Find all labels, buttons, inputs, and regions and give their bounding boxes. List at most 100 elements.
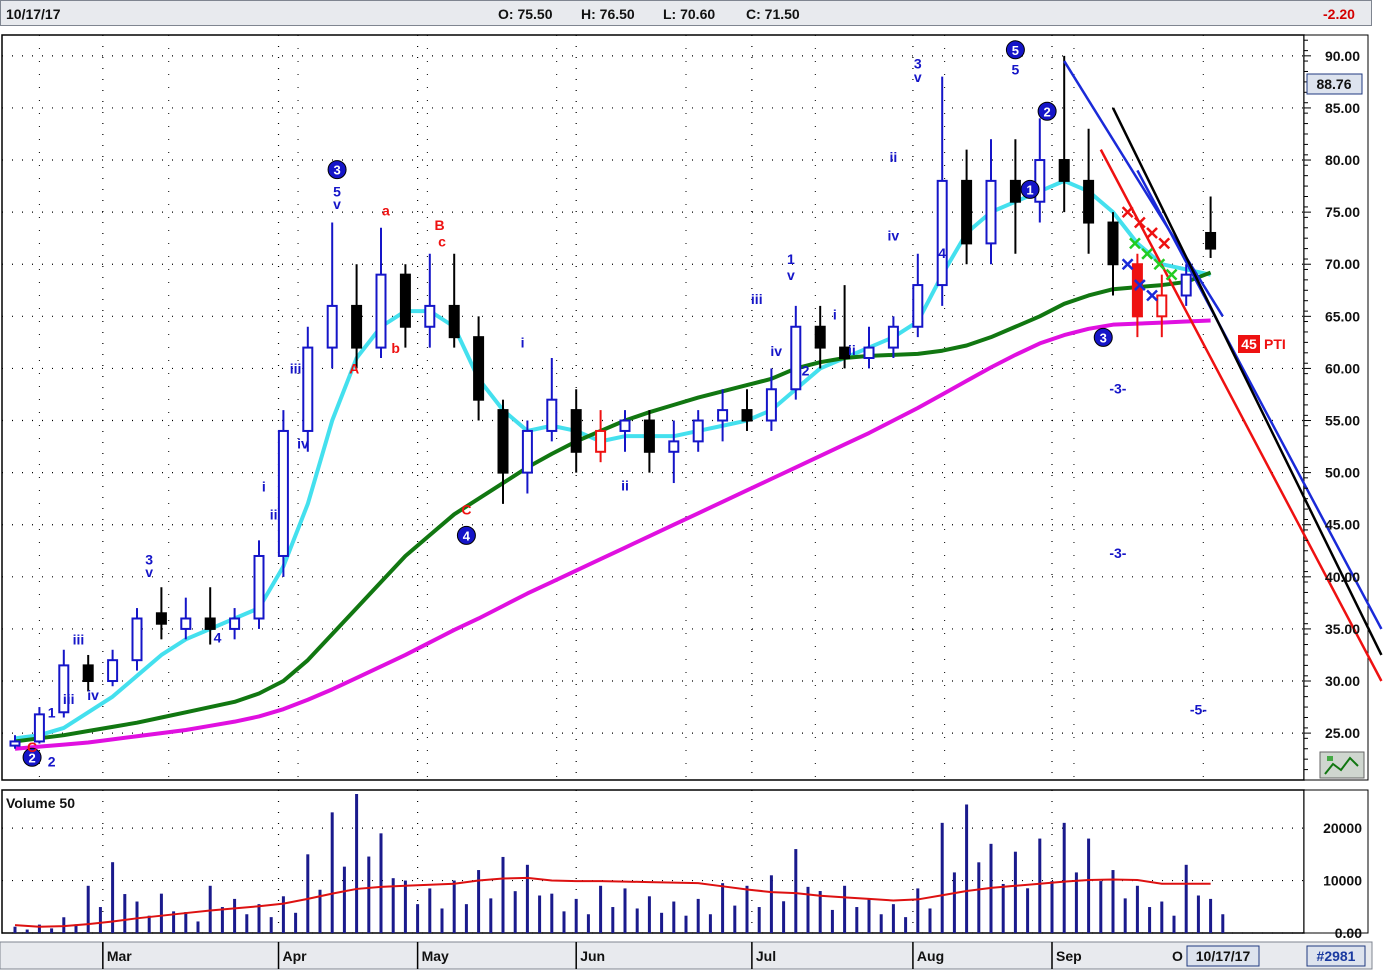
volume-bar[interactable] — [782, 901, 786, 933]
volume-bar[interactable] — [696, 898, 700, 933]
volume-bar[interactable] — [1123, 898, 1127, 933]
volume-bar[interactable] — [550, 893, 554, 933]
volume-bar[interactable] — [269, 917, 273, 933]
volume-bar[interactable] — [830, 909, 834, 933]
volume-bar[interactable] — [562, 911, 566, 933]
candle-body — [790, 325, 802, 391]
volume-bar[interactable] — [1038, 838, 1042, 933]
volume-bar[interactable] — [1013, 851, 1017, 933]
volume-bar[interactable] — [538, 895, 542, 933]
volume-bar[interactable] — [586, 914, 590, 933]
volume-bar[interactable] — [525, 864, 529, 933]
volume-bar[interactable] — [403, 880, 407, 933]
volume-bar[interactable] — [611, 907, 615, 933]
volume-bar[interactable] — [123, 894, 127, 933]
volume-bar[interactable] — [196, 921, 200, 933]
volume-bar[interactable] — [245, 914, 249, 933]
price-candle[interactable] — [277, 410, 289, 577]
volume-bar[interactable] — [867, 898, 871, 933]
volume-bar[interactable] — [86, 885, 90, 933]
volume-bar[interactable] — [904, 917, 908, 933]
volume-bar[interactable] — [623, 888, 627, 933]
price-tick-label: 80.00 — [1325, 152, 1360, 168]
volume-bar[interactable] — [965, 804, 969, 933]
volume-bar[interactable] — [355, 794, 359, 933]
volume-bar[interactable] — [708, 914, 712, 933]
candle-body — [204, 617, 216, 630]
volume-bar[interactable] — [184, 912, 188, 933]
volume-bar[interactable] — [330, 812, 334, 933]
volume-bar[interactable] — [489, 898, 493, 933]
volume-bar[interactable] — [952, 872, 956, 933]
volume-bar[interactable] — [672, 901, 676, 933]
candle-body — [229, 617, 241, 630]
volume-bar[interactable] — [452, 880, 456, 933]
volume-bar[interactable] — [513, 891, 517, 933]
volume-bar[interactable] — [98, 907, 102, 933]
volume-bar[interactable] — [1087, 838, 1091, 933]
volume-bar[interactable] — [1026, 888, 1030, 933]
candle-body — [351, 304, 363, 349]
volume-bar[interactable] — [220, 907, 224, 933]
volume-bar[interactable] — [843, 885, 847, 933]
volume-bar[interactable] — [159, 893, 163, 933]
volume-bar[interactable] — [1160, 901, 1164, 933]
candle-body — [326, 304, 338, 349]
volume-bar[interactable] — [757, 907, 761, 933]
volume-bar[interactable] — [1099, 881, 1103, 933]
wave-label: i — [521, 335, 525, 351]
flag-chart-icon[interactable] — [1319, 751, 1365, 779]
volume-bar[interactable] — [257, 904, 261, 933]
volume-bar[interactable] — [294, 912, 298, 933]
volume-bar[interactable] — [745, 885, 749, 933]
volume-bar[interactable] — [428, 888, 432, 933]
volume-bar[interactable] — [647, 896, 651, 933]
volume-bar[interactable] — [818, 891, 822, 933]
volume-bar[interactable] — [635, 908, 639, 933]
volume-bar[interactable] — [233, 898, 237, 933]
candle-body — [253, 554, 265, 620]
pti-text: PTI — [1264, 336, 1286, 352]
volume-bar[interactable] — [367, 856, 371, 933]
volume-bar[interactable] — [977, 862, 981, 933]
volume-bar[interactable] — [599, 885, 603, 933]
volume-bar[interactable] — [1135, 885, 1139, 933]
volume-bar[interactable] — [1184, 864, 1188, 933]
volume-bar[interactable] — [940, 822, 944, 933]
wave-label: A — [349, 361, 359, 377]
wave-label: 4 — [456, 525, 476, 545]
volume-bar[interactable] — [879, 914, 883, 933]
volume-bar[interactable] — [928, 908, 932, 933]
volume-bar[interactable] — [733, 905, 737, 933]
volume-bar[interactable] — [342, 866, 346, 933]
volume-bar[interactable] — [501, 856, 505, 933]
volume-bar[interactable] — [306, 854, 310, 933]
volume-bar[interactable] — [721, 883, 725, 933]
volume-bar[interactable] — [440, 908, 444, 933]
volume-bar[interactable] — [891, 904, 895, 933]
volume-bar[interactable] — [1172, 915, 1176, 933]
volume-bar[interactable] — [794, 849, 798, 933]
volume-bar[interactable] — [1001, 883, 1005, 933]
volume-bar[interactable] — [464, 904, 468, 933]
volume-bar[interactable] — [916, 888, 920, 933]
volume-bar[interactable] — [416, 904, 420, 933]
volume-bar[interactable] — [1062, 822, 1066, 933]
volume-bar[interactable] — [684, 915, 688, 933]
volume-bar[interactable] — [855, 907, 859, 933]
volume-bar[interactable] — [147, 915, 151, 933]
volume-bar[interactable] — [1221, 914, 1225, 933]
volume-bar[interactable] — [1209, 898, 1213, 933]
volume-bar[interactable] — [1050, 881, 1054, 933]
volume-bar[interactable] — [1148, 907, 1152, 933]
volume-bar[interactable] — [25, 929, 29, 933]
volume-bar[interactable] — [50, 928, 54, 933]
volume-bar[interactable] — [379, 833, 383, 933]
stock-chart[interactable]: 2C12iiiiiiiv3v4iiiiiiiv35vAabBcC4iii1vii… — [0, 0, 1400, 970]
volume-bar[interactable] — [574, 898, 578, 933]
volume-bar[interactable] — [660, 912, 664, 933]
volume-bar[interactable] — [1196, 895, 1200, 933]
volume-bar[interactable] — [281, 896, 285, 933]
volume-bar[interactable] — [13, 926, 17, 933]
volume-bar[interactable] — [769, 875, 773, 933]
